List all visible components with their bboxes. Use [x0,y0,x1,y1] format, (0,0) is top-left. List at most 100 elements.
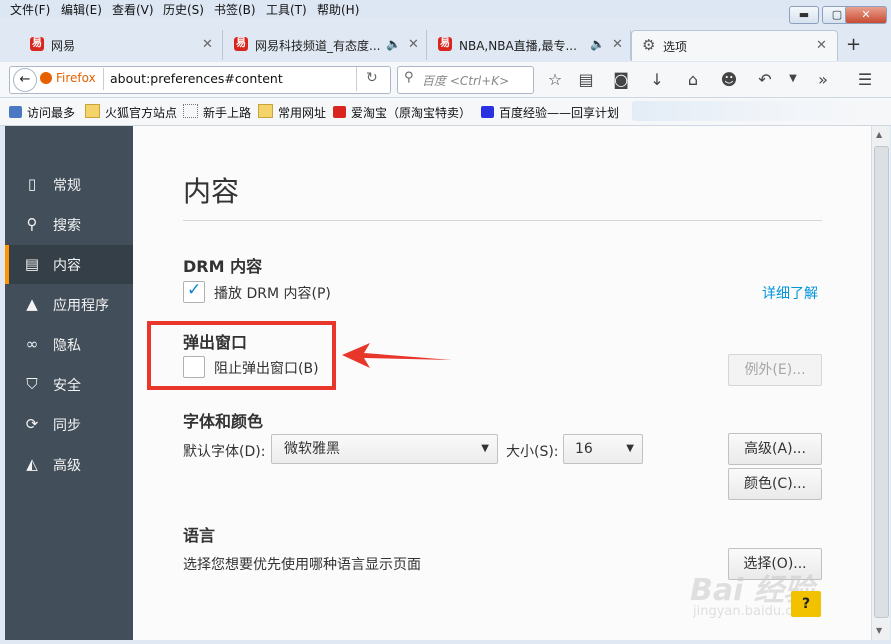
default-font-select[interactable]: 微软雅黑 ▼ [271,434,498,464]
general-icon: ▯ [27,175,37,193]
tab-tech[interactable]: 易 网易科技频道_有态度... 🔈 ✕ [224,30,427,60]
search-bar[interactable]: ⚲ 百度 <Ctrl+K> [397,66,534,94]
annotation-highlight-box [147,321,336,390]
navigation-toolbar: ← Firefox about:preferences#content ↻ ⚲ … [0,62,891,98]
star-icon[interactable]: ☆ [545,70,565,89]
home-icon[interactable]: ⌂ [683,70,703,89]
chevron-down-icon[interactable]: ▼ [783,73,803,84]
bookmark-aitaobao[interactable]: 爱淘宝（原淘宝特卖） [333,104,471,121]
minimize-button[interactable]: ▬ [789,6,819,24]
annotation-arrow-icon [342,343,452,368]
close-window-button[interactable]: ✕ [845,6,887,24]
search-icon: ⚲ [26,215,38,233]
undo-icon[interactable]: ↶ [755,70,775,89]
checkmark-icon: ✓ [187,280,202,300]
colors-button[interactable]: 颜色(C)... [728,468,822,500]
pocket-icon[interactable]: ◙ [611,70,631,89]
sidebar-item-privacy[interactable]: ∞ 隐私 [5,325,133,364]
scrollbar-thumb[interactable] [874,146,889,618]
title-divider [183,220,822,221]
bookmark-getting-started[interactable]: 新手上路 [183,104,251,121]
bookmark-most-visited[interactable]: 访问最多 [9,104,75,121]
close-icon[interactable]: ✕ [202,37,213,52]
search-placeholder: 百度 <Ctrl+K> [422,74,510,88]
help-button[interactable]: ? [791,591,821,617]
close-icon[interactable]: ✕ [816,38,827,53]
overflow-icon[interactable]: » [813,70,833,89]
preferences-sidebar: ▯ 常规 ⚲ 搜索 ▤ 内容 ▲ 应用程序 ∞ 隐私 ⛉ 安全 ⟳ 同步 ◭ 高… [5,126,133,640]
tab-title: 网易 [51,39,76,53]
netease-icon: 易 [234,37,248,51]
sync-icon: ⟳ [25,415,39,433]
sidebar-item-sync[interactable]: ⟳ 同步 [5,405,133,444]
download-icon[interactable]: ↓ [647,70,667,89]
sidebar-item-general[interactable]: ▯ 常规 [5,165,133,204]
page-scrollbar[interactable]: ▲ ▼ [871,126,890,640]
fonts-advanced-button[interactable]: 高级(A)... [728,433,822,465]
bookmark-common-sites[interactable]: 常用网址 [258,104,326,121]
speaker-icon[interactable]: 🔈 [386,37,401,51]
scroll-up-icon[interactable]: ▲ [876,130,882,139]
sidebar-item-security[interactable]: ⛉ 安全 [5,365,133,404]
menu-file[interactable]: 文件(F) [10,1,50,18]
back-icon[interactable]: ← [13,68,37,92]
gear-icon: ⚙ [642,36,656,54]
identity-label: Firefox [56,71,96,85]
learn-more-link[interactable]: 详细了解 [762,283,818,303]
chevron-down-icon: ▼ [481,443,489,454]
tab-title: 网易科技频道_有态度... [255,39,381,53]
drm-checkbox-label[interactable]: 播放 DRM 内容(P) [214,283,331,303]
tab-wangyi[interactable]: 易 网易 ✕ [20,30,223,60]
taobao-icon [333,106,346,118]
tab-title: 选项 [663,40,688,54]
menu-history[interactable]: 历史(S) [163,1,204,18]
fonts-heading: 字体和颜色 [183,412,264,431]
drm-checkbox[interactable]: ✓ [183,280,205,303]
hello-icon[interactable]: ☻ [719,70,739,89]
content-icon: ▤ [24,255,40,273]
new-tab-button[interactable]: + [846,34,861,55]
preferences-page: ▯ 常规 ⚲ 搜索 ▤ 内容 ▲ 应用程序 ∞ 隐私 ⛉ 安全 ⟳ 同步 ◭ 高… [5,126,871,640]
advanced-icon: ◭ [26,455,38,473]
close-icon[interactable]: ✕ [612,37,623,52]
url-bar[interactable]: ← Firefox about:preferences#content ↻ [9,66,391,94]
size-label: 大小(S): [506,444,559,460]
bookmark-firefox-site[interactable]: 火狐官方站点 [85,104,177,121]
menu-view[interactable]: 查看(V) [112,1,154,18]
reload-icon[interactable]: ↻ [366,70,378,86]
scroll-down-icon[interactable]: ▼ [876,626,882,635]
baidu-icon [481,106,494,118]
menu-edit[interactable]: 编辑(E) [61,1,102,18]
popup-exceptions-button[interactable]: 例外(E)... [728,354,822,386]
chevron-down-icon: ▼ [626,443,634,454]
sidebar-item-content[interactable]: ▤ 内容 [5,245,133,284]
close-icon[interactable]: ✕ [408,37,419,52]
divider [356,67,357,91]
hamburger-menu-icon[interactable]: ☰ [855,70,875,89]
bookmarks-toolbar: 访问最多 火狐官方站点 新手上路 常用网址 爱淘宝（原淘宝特卖） 百度经验——回… [0,98,891,126]
sidebar-item-advanced[interactable]: ◭ 高级 [5,445,133,484]
tab-options[interactable]: ⚙ 选项 ✕ [631,30,838,61]
search-icon: ⚲ [404,70,414,85]
menu-tools[interactable]: 工具(T) [266,1,307,18]
divider [103,68,104,90]
blurred-bookmarks [632,101,862,121]
language-heading: 语言 [183,526,216,545]
speaker-icon[interactable]: 🔈 [590,37,605,51]
reading-list-icon[interactable]: ▤ [576,70,596,89]
menu-bookmarks[interactable]: 书签(B) [214,1,256,18]
netease-icon: 易 [438,37,452,51]
sidebar-item-applications[interactable]: ▲ 应用程序 [5,285,133,324]
url-text[interactable]: about:preferences#content [110,71,283,86]
applications-icon: ▲ [26,295,38,313]
privacy-icon: ∞ [25,335,39,353]
security-icon: ⛉ [26,375,38,393]
tab-title: NBA,NBA直播,最专... [459,39,577,53]
page-title: 内容 [183,175,240,208]
sidebar-item-search[interactable]: ⚲ 搜索 [5,205,133,244]
tab-nba[interactable]: 易 NBA,NBA直播,最专... 🔈 ✕ [428,30,631,60]
bookmark-baidu-jingyan[interactable]: 百度经验——回享计划 [481,104,619,121]
active-indicator [5,245,9,284]
menu-help[interactable]: 帮助(H) [317,1,359,18]
font-size-select[interactable]: 16 ▼ [563,434,643,464]
